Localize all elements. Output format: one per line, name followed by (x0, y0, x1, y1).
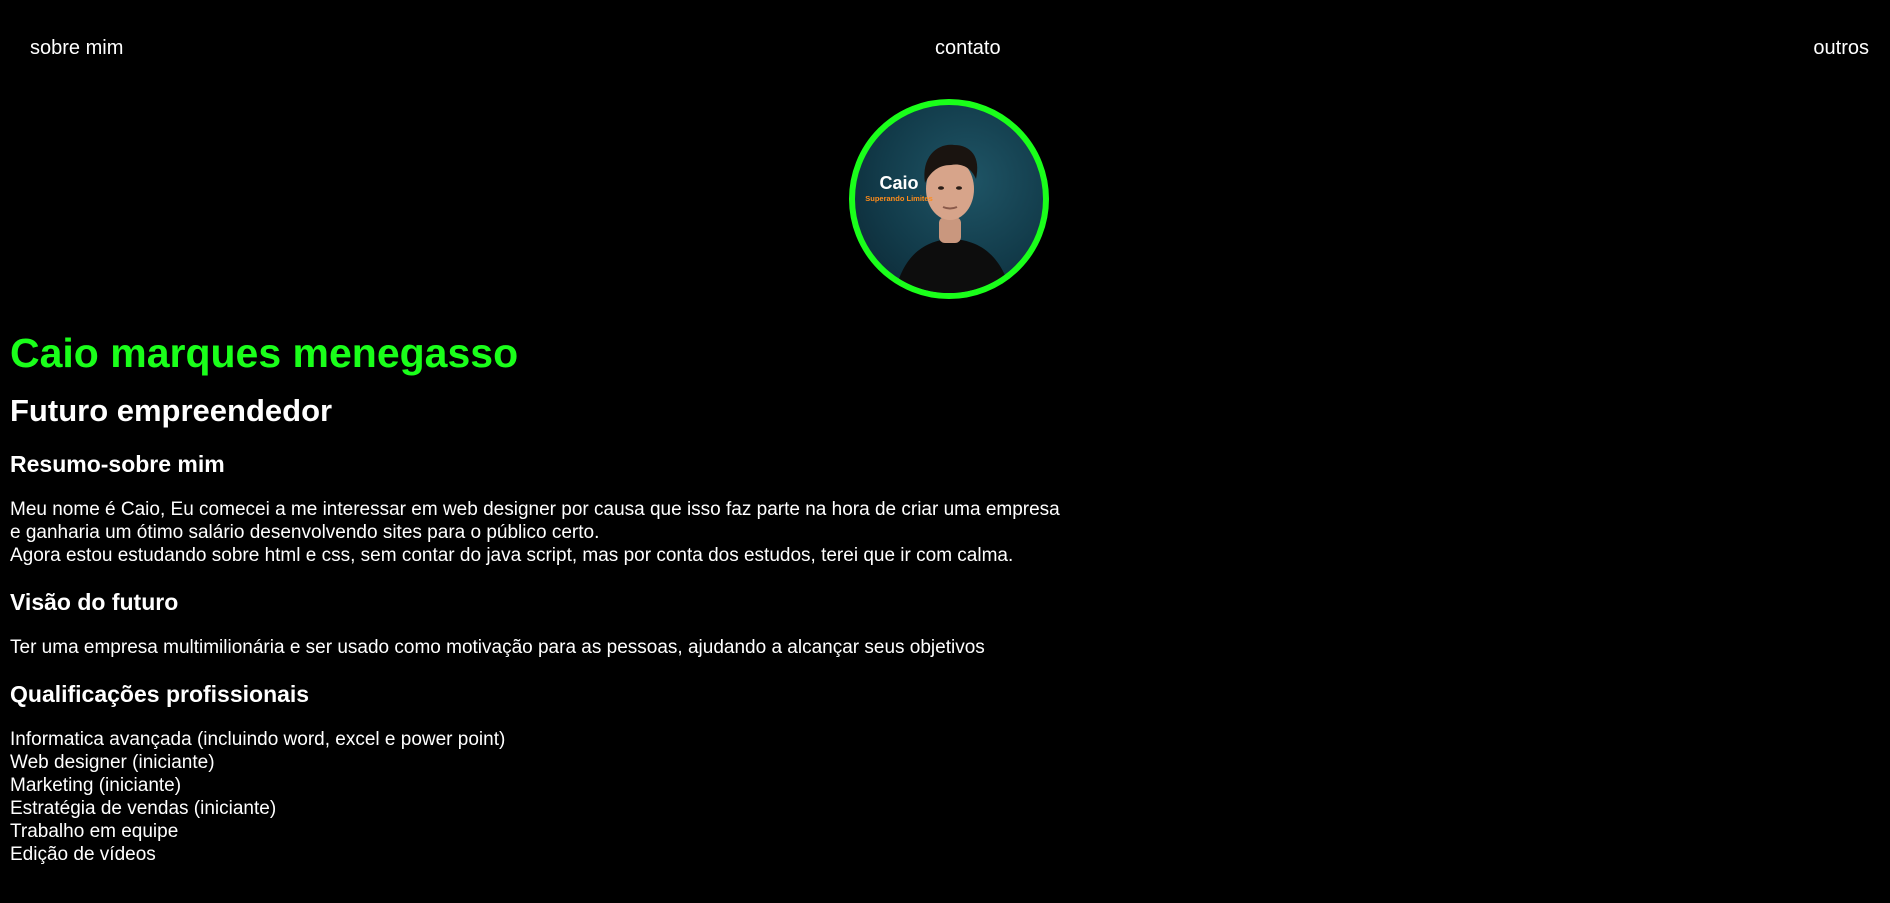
qualifications-heading: Qualificações profissionais (10, 681, 310, 707)
about-text: Meu nome é Caio, Eu comecei a me interes… (10, 498, 1210, 567)
about-heading: Resumo-sobre mim (10, 451, 225, 477)
photo-caption-name: Caio (879, 173, 918, 193)
list-item: Marketing (iniciante) (10, 775, 182, 796)
nav-link-outros[interactable]: outros (1813, 36, 1869, 60)
page-subtitle: Futuro empreendedor (10, 393, 333, 428)
vision-text: Ter uma empresa multimilionária e ser us… (10, 637, 985, 658)
page-title: Caio marques menegasso (10, 330, 519, 376)
list-item: Edição de vídeos (10, 844, 156, 865)
profile-photo-image: Caio Superando Limites (865, 144, 1011, 293)
main-content: Caio marques menegasso Futuro empreended… (10, 330, 1210, 866)
photo-caption-tagline: Superando Limites (865, 194, 933, 203)
list-item: Trabalho em equipe (10, 821, 179, 842)
nav-link-contato[interactable]: contato (935, 36, 1001, 60)
qualifications-list: Informatica avançada (incluindo word, ex… (10, 728, 1210, 866)
about-line: Agora estou estudando sobre html e css, … (10, 545, 1014, 566)
list-item: Web designer (iniciante) (10, 752, 215, 773)
about-line: e ganharia um ótimo salário desenvolvend… (10, 522, 600, 543)
list-item: Estratégia de vendas (iniciante) (10, 798, 277, 819)
vision-heading: Visão do futuro (10, 589, 179, 615)
nav-link-sobre-mim[interactable]: sobre mim (30, 36, 123, 60)
profile-photo: Caio Superando Limites (849, 99, 1049, 299)
about-line: Meu nome é Caio, Eu comecei a me interes… (10, 499, 1060, 520)
list-item: Informatica avançada (incluindo word, ex… (10, 729, 506, 750)
top-nav: sobre mim contato outros (0, 36, 1890, 60)
